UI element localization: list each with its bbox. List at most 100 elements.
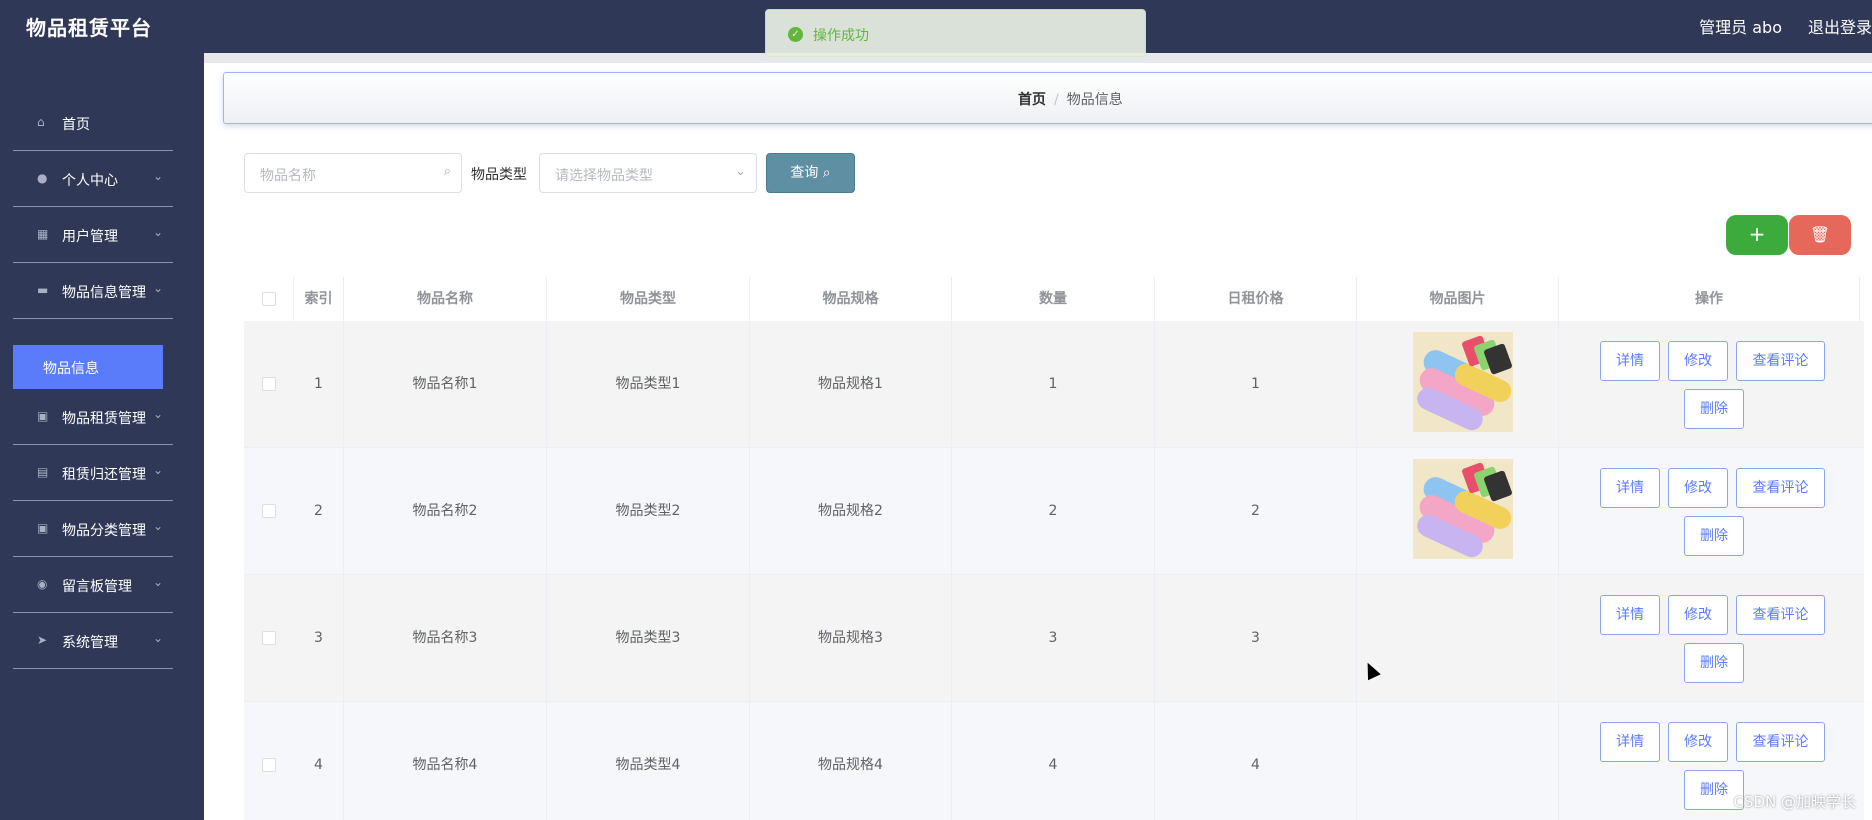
cell-index: 3 <box>294 575 344 702</box>
goods-icon: ▬ <box>37 283 49 297</box>
chevron-down-icon: ⌄ <box>152 281 163 295</box>
goods-name-search-input[interactable]: 物品名称 ⌕ <box>244 153 462 193</box>
view-comments-button[interactable]: 查看评论 <box>1736 341 1825 381</box>
chevron-down-icon: ⌄ <box>735 164 746 179</box>
sidebar: ⌂ 首页 ● 个人中心 ⌄ ▦ 用户管理 ⌄ ▬ 物品信息管理 ⌄ 物品信息 ▣… <box>0 53 204 820</box>
sidebar-item-message-board[interactable]: ◉ 留言板管理 ⌄ <box>13 557 173 613</box>
clipboard-icon: ▣ <box>37 409 49 423</box>
cell-quantity: 1 <box>952 321 1155 448</box>
table-row: 4 物品名称4 物品类型4 物品规格4 4 4 详情 修改 查看评论 删除 <box>244 702 1864 820</box>
sidebar-item-system-management[interactable]: ➤ 系统管理 ⌄ <box>13 613 173 669</box>
sidebar-item-rental-management[interactable]: ▣ 物品租赁管理 ⌄ <box>13 389 173 445</box>
goods-type-select[interactable]: 请选择物品类型 ⌄ <box>539 153 757 193</box>
detail-button[interactable]: 详情 <box>1600 722 1660 762</box>
sidebar-item-label: 用户管理 <box>62 229 118 245</box>
chevron-down-icon: ⌄ <box>152 225 163 239</box>
edit-button[interactable]: 修改 <box>1668 595 1728 635</box>
add-button[interactable]: + <box>1726 215 1788 255</box>
cell-index: 1 <box>294 321 344 448</box>
batch-delete-button[interactable]: 🗑 <box>1789 215 1851 255</box>
row-checkbox[interactable] <box>262 631 276 645</box>
cell-goods-type: 物品类型4 <box>547 702 750 820</box>
header-actions: 操作 <box>1559 277 1860 321</box>
goods-image-thumbnail[interactable] <box>1413 332 1513 432</box>
query-button[interactable]: 查询 ⌕ <box>766 153 855 193</box>
sidebar-item-label: 首页 <box>62 117 90 133</box>
sidebar-item-goods-info-management[interactable]: ▬ 物品信息管理 ⌄ <box>13 263 173 319</box>
breadcrumb-bar: 首页 / 物品信息 <box>223 72 1872 124</box>
toast-message: 操作成功 <box>813 28 869 44</box>
send-icon: ➤ <box>37 633 48 647</box>
home-icon: ⌂ <box>37 115 45 129</box>
delete-button[interactable]: 删除 <box>1684 516 1744 556</box>
cell-index: 4 <box>294 702 344 820</box>
cell-goods-spec: 物品规格4 <box>750 702 952 820</box>
sidebar-item-personal-center[interactable]: ● 个人中心 ⌄ <box>13 151 173 207</box>
header-goods-name: 物品名称 <box>344 277 547 321</box>
sidebar-item-label: 系统管理 <box>62 635 118 651</box>
detail-button[interactable]: 详情 <box>1600 468 1660 508</box>
table-row: 3 物品名称3 物品类型3 物品规格3 3 3 详情 修改 查看评论 删除 <box>244 575 1864 702</box>
cell-goods-name: 物品名称1 <box>344 321 547 448</box>
search-icon: ⌕ <box>443 164 451 179</box>
breadcrumb-home[interactable]: 首页 <box>1018 92 1046 108</box>
goods-type-placeholder: 请选择物品类型 <box>555 168 653 184</box>
sidebar-item-label: 留言板管理 <box>62 579 132 595</box>
logout-link[interactable]: 退出登录 <box>1808 14 1872 38</box>
edit-button[interactable]: 修改 <box>1668 722 1728 762</box>
cell-quantity: 4 <box>952 702 1155 820</box>
sidebar-item-label: 个人中心 <box>62 173 118 189</box>
view-comments-button[interactable]: 查看评论 <box>1736 468 1825 508</box>
row-checkbox[interactable] <box>262 504 276 518</box>
sidebar-item-label: 物品租赁管理 <box>62 411 146 427</box>
sidebar-item-label: 物品信息管理 <box>62 285 146 301</box>
cell-goods-type: 物品类型1 <box>547 321 750 448</box>
header-goods-spec: 物品规格 <box>750 277 952 321</box>
grid-icon: ▦ <box>37 227 49 241</box>
cell-goods-image <box>1357 575 1559 702</box>
delete-button[interactable]: 删除 <box>1684 643 1744 683</box>
sidebar-subitem-goods-info[interactable]: 物品信息 <box>13 345 163 389</box>
sidebar-item-user-management[interactable]: ▦ 用户管理 ⌄ <box>13 207 173 263</box>
view-comments-button[interactable]: 查看评论 <box>1736 722 1825 762</box>
cell-goods-spec: 物品规格3 <box>750 575 952 702</box>
edit-button[interactable]: 修改 <box>1668 341 1728 381</box>
cell-daily-price: 2 <box>1155 448 1357 575</box>
briefcase-icon: ▤ <box>37 465 49 479</box>
sidebar-item-home[interactable]: ⌂ 首页 <box>13 95 173 151</box>
row-checkbox[interactable] <box>262 377 276 391</box>
main-content: 首页 / 物品信息 物品名称 ⌕ 物品类型 请选择物品类型 ⌄ 查询 ⌕ + 🗑 索… <box>204 53 1872 820</box>
sidebar-item-return-management[interactable]: ▤ 租赁归还管理 ⌄ <box>13 445 173 501</box>
row-checkbox[interactable] <box>262 758 276 772</box>
cell-goods-spec: 物品规格2 <box>750 448 952 575</box>
table-header: 索引 物品名称 物品类型 物品规格 数量 日租价格 物品图片 操作 <box>244 277 1864 321</box>
trash-icon: 🗑 <box>1809 225 1831 244</box>
header-goods-image: 物品图片 <box>1357 277 1559 321</box>
cell-quantity: 2 <box>952 448 1155 575</box>
detail-button[interactable]: 详情 <box>1600 595 1660 635</box>
goods-image-thumbnail[interactable] <box>1413 459 1513 559</box>
view-comments-button[interactable]: 查看评论 <box>1736 595 1825 635</box>
app-title: 物品租赁平台 <box>26 16 152 40</box>
goods-name-placeholder: 物品名称 <box>260 168 316 184</box>
success-toast: ✓ 操作成功 <box>765 9 1146 57</box>
chevron-down-icon: ⌄ <box>152 169 163 183</box>
edit-button[interactable]: 修改 <box>1668 468 1728 508</box>
chevron-down-icon: ⌄ <box>152 631 163 645</box>
table-row: 1 物品名称1 物品类型1 物品规格1 1 1 详情 修改 查看评论 删除 <box>244 321 1864 448</box>
location-icon: ◉ <box>37 577 48 591</box>
cell-goods-name: 物品名称4 <box>344 702 547 820</box>
cell-goods-type: 物品类型2 <box>547 448 750 575</box>
breadcrumb: 首页 / 物品信息 <box>1018 89 1123 109</box>
sidebar-subitem-label: 物品信息 <box>43 361 99 377</box>
header-goods-type: 物品类型 <box>547 277 750 321</box>
sidebar-item-category-management[interactable]: ▣ 物品分类管理 ⌄ <box>13 501 173 557</box>
cell-goods-type: 物品类型3 <box>547 575 750 702</box>
chevron-down-icon: ⌄ <box>152 463 163 477</box>
select-all-checkbox[interactable] <box>262 292 276 306</box>
chevron-down-icon: ⌄ <box>152 575 163 589</box>
detail-button[interactable]: 详情 <box>1600 341 1660 381</box>
cell-daily-price: 4 <box>1155 702 1357 820</box>
header-quantity: 数量 <box>952 277 1155 321</box>
delete-button[interactable]: 删除 <box>1684 389 1744 429</box>
